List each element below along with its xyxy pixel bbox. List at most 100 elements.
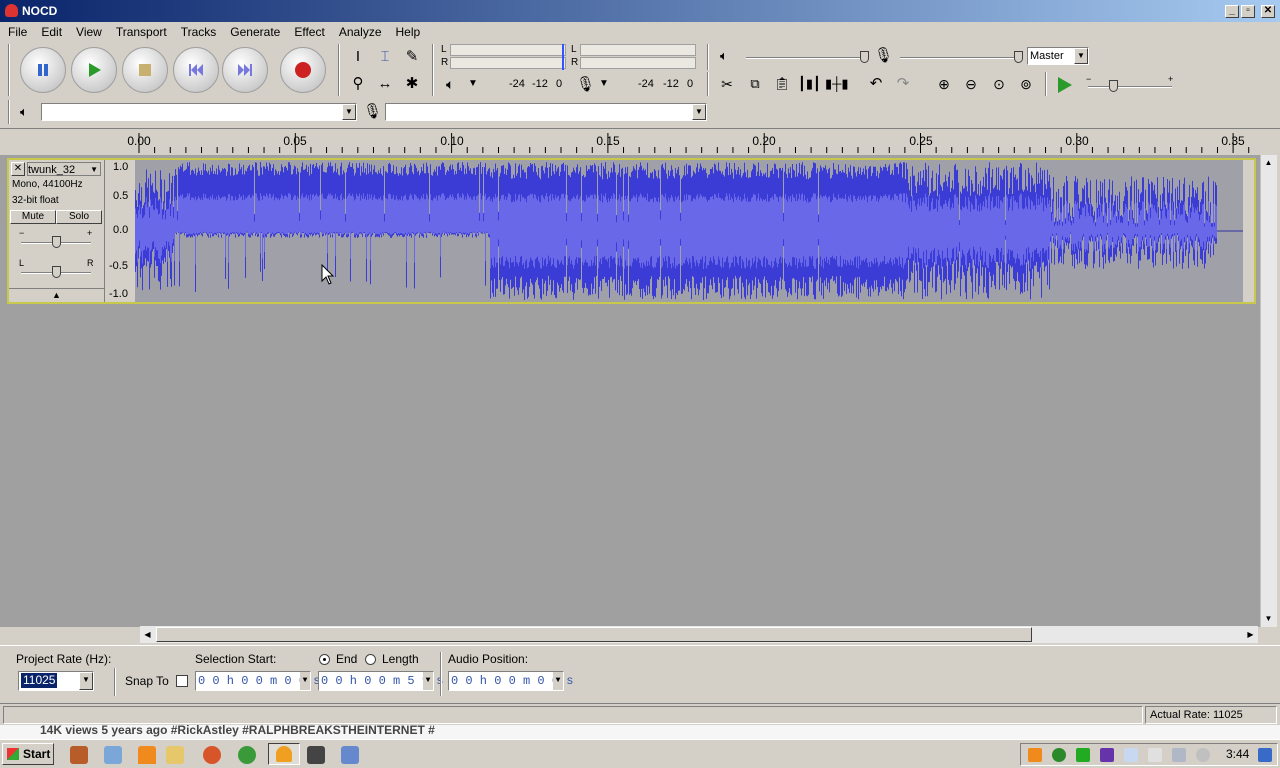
speaker-icon[interactable]: 🔈︎	[446, 76, 454, 93]
close-track-icon[interactable]: ✕	[11, 162, 25, 176]
tray-volume-icon[interactable]	[1196, 748, 1210, 762]
tray-doc-icon[interactable]	[1124, 748, 1138, 762]
maximize-button[interactable]: ▫	[1241, 5, 1255, 18]
zoom-tool-icon[interactable]: ⚲	[347, 73, 369, 95]
solo-button[interactable]: Solo	[56, 210, 102, 224]
output-device-select[interactable]: ▼	[41, 103, 357, 121]
taskbar-audacity-button[interactable]	[268, 743, 300, 765]
envelope-tool-icon[interactable]: ⌶	[374, 46, 396, 68]
output-volume-slider[interactable]	[746, 57, 868, 59]
timeline-ruler[interactable]: 0.00 0.05 0.10 0.15 0.20 0.25 0.30 0.35	[0, 128, 1280, 154]
playback-meter-menu-icon[interactable]: ▼	[468, 78, 478, 89]
menu-generate[interactable]: Generate	[222, 22, 286, 39]
pan-thumb[interactable]	[52, 266, 61, 278]
silence-icon[interactable]: ▮┼▮	[825, 73, 849, 95]
window-icon[interactable]	[341, 746, 359, 764]
selection-start-field[interactable]: 0 0 h 0 0 m 0 0 s ▼	[195, 671, 320, 691]
folder-icon[interactable]	[166, 746, 184, 764]
terminal-icon[interactable]	[307, 746, 325, 764]
input-source-select[interactable]: Master ▼	[1027, 47, 1089, 65]
start-button[interactable]: Start	[2, 743, 54, 765]
menu-edit[interactable]: Edit	[33, 22, 68, 39]
firefox-icon[interactable]	[203, 746, 221, 764]
play-speed-slider[interactable]	[1088, 86, 1172, 88]
undo-icon[interactable]: ↶	[865, 73, 887, 95]
chevron-down-icon[interactable]: ▼	[423, 672, 433, 690]
selection-end-field[interactable]: 0 0 h 0 0 m 5 9 s ▼	[318, 671, 443, 691]
pause-button[interactable]	[20, 47, 66, 93]
record-meter-menu-icon[interactable]: ▼	[599, 78, 609, 89]
collapse-track-icon[interactable]: ▲	[9, 288, 104, 301]
tray-flag-icon[interactable]	[1148, 748, 1162, 762]
stop-button[interactable]	[122, 47, 168, 93]
menu-transport[interactable]: Transport	[108, 22, 173, 39]
end-radio[interactable]	[319, 654, 330, 665]
tray-status-icon[interactable]	[1076, 748, 1090, 762]
chevron-down-icon[interactable]: ▼	[79, 672, 93, 690]
browser-icon[interactable]	[238, 746, 256, 764]
chevron-down-icon[interactable]: ▼	[90, 163, 98, 177]
waveform[interactable]	[135, 160, 1243, 302]
timeshift-tool-icon[interactable]: ↔	[374, 73, 396, 95]
menu-analyze[interactable]: Analyze	[331, 22, 388, 39]
mute-button[interactable]: Mute	[10, 210, 56, 224]
fit-selection-icon[interactable]: ⊙	[988, 73, 1010, 95]
menu-effect[interactable]: Effect	[286, 22, 330, 39]
tray-monitor-icon[interactable]	[1172, 748, 1186, 762]
zoom-in-icon[interactable]: ⊕	[933, 73, 955, 95]
fit-project-icon[interactable]: ⊚	[1015, 73, 1037, 95]
status-message	[3, 706, 1143, 724]
cut-icon[interactable]: ✂	[716, 73, 738, 95]
play-at-speed-icon[interactable]	[1056, 76, 1074, 94]
tray-mic-icon[interactable]	[1100, 748, 1114, 762]
vlc-icon[interactable]	[138, 746, 156, 764]
quicklaunch-desktop-icon[interactable]	[104, 746, 122, 764]
draw-tool-icon[interactable]: ✎	[401, 46, 423, 68]
quicklaunch-app-icon[interactable]	[70, 746, 88, 764]
selection-tool-icon[interactable]: I	[347, 46, 369, 68]
track-name-menu[interactable]: twunk_32 ▼	[27, 162, 101, 176]
record-button[interactable]	[280, 47, 326, 93]
minimize-button[interactable]: _	[1225, 5, 1239, 18]
multi-tool-icon[interactable]: ✱	[401, 73, 423, 95]
gain-thumb[interactable]	[52, 236, 61, 248]
menu-help[interactable]: Help	[388, 22, 427, 39]
close-button[interactable]: ✕	[1261, 5, 1275, 18]
skip-end-button[interactable]	[222, 47, 268, 93]
chevron-down-icon[interactable]: ▼	[553, 672, 563, 690]
scroll-down-icon[interactable]: ▼	[1261, 611, 1276, 626]
scroll-right-icon[interactable]: ▶	[1243, 627, 1258, 642]
length-radio[interactable]	[365, 654, 376, 665]
skip-start-button[interactable]	[173, 47, 219, 93]
chevron-down-icon[interactable]: ▼	[300, 672, 310, 690]
zoom-out-icon[interactable]: ⊖	[960, 73, 982, 95]
microphone-icon[interactable]: 🎙︎	[576, 75, 595, 93]
input-device-select[interactable]: ▼	[385, 103, 707, 121]
menu-tracks[interactable]: Tracks	[173, 22, 223, 39]
output-volume-thumb[interactable]	[860, 51, 869, 63]
chevron-down-icon[interactable]: ▼	[342, 104, 356, 120]
input-volume-thumb[interactable]	[1014, 51, 1023, 63]
tray-vlc-icon[interactable]	[1028, 748, 1042, 762]
chevron-down-icon[interactable]: ▼	[1074, 48, 1088, 64]
paste-icon[interactable]: 📋︎	[771, 73, 793, 95]
input-volume-slider[interactable]	[900, 57, 1022, 59]
scroll-up-icon[interactable]: ▲	[1261, 155, 1276, 170]
show-desktop-icon[interactable]	[1258, 748, 1272, 762]
copy-icon[interactable]: ⧉	[744, 73, 766, 95]
trim-icon[interactable]: ┃▮┃	[798, 73, 821, 95]
menu-file[interactable]: File	[0, 22, 33, 39]
redo-icon[interactable]: ↷	[892, 73, 914, 95]
horizontal-scroll-thumb[interactable]	[156, 627, 1032, 642]
tray-network-icon[interactable]	[1052, 748, 1066, 762]
chevron-down-icon[interactable]: ▼	[692, 104, 706, 120]
audio-position-field[interactable]: 0 0 h 0 0 m 0 0 s ▼	[448, 671, 573, 691]
track-control-panel[interactable]: ✕ twunk_32 ▼ Mono, 44100Hz 32-bit float …	[9, 160, 105, 302]
menu-view[interactable]: View	[68, 22, 108, 39]
play-button[interactable]	[71, 47, 117, 93]
play-speed-thumb[interactable]	[1109, 80, 1118, 92]
project-rate-select[interactable]: 11025 ▼	[18, 671, 94, 691]
vertical-scrollbar[interactable]: ▲ ▼	[1260, 155, 1277, 627]
snap-to-checkbox[interactable]	[176, 675, 188, 687]
scroll-left-icon[interactable]: ◀	[140, 627, 155, 642]
